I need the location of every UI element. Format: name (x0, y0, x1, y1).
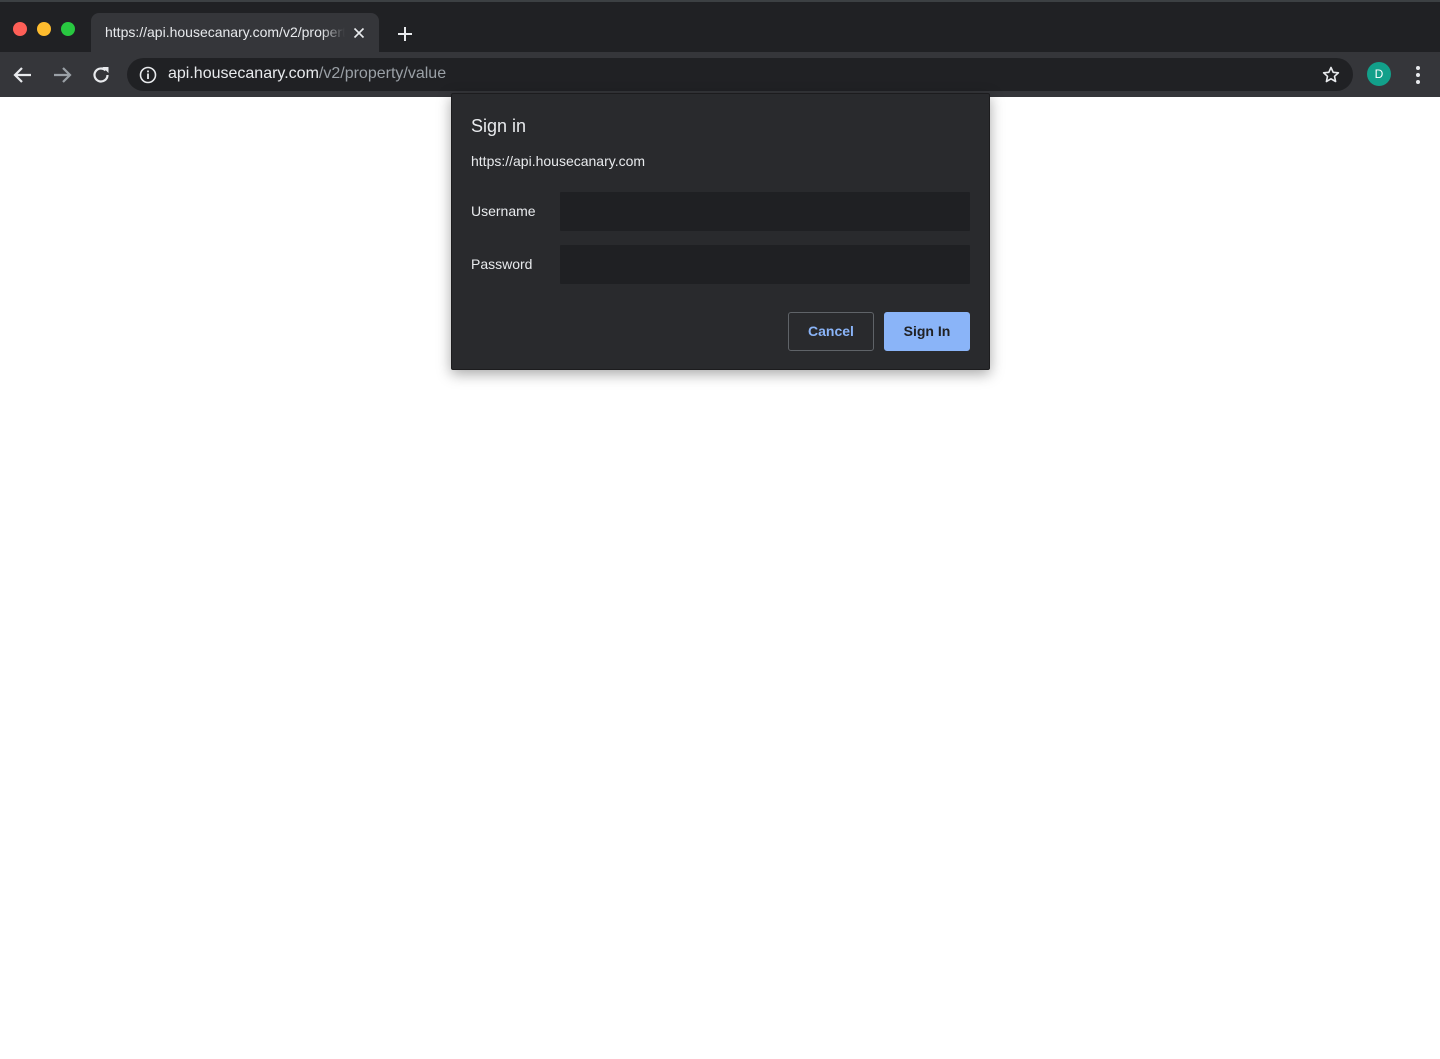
bookmark-star-icon[interactable] (1321, 65, 1341, 85)
profile-avatar[interactable]: D (1367, 62, 1391, 86)
more-menu-icon[interactable] (1409, 63, 1427, 87)
tab-strip: https://api.housecanary.com/v2/property/… (0, 0, 1440, 54)
site-info-icon[interactable] (139, 66, 157, 84)
minimize-window-button[interactable] (37, 22, 51, 36)
username-field[interactable] (560, 192, 970, 231)
maximize-window-button[interactable] (61, 22, 75, 36)
back-arrow-icon[interactable] (11, 63, 35, 87)
sign-in-dialog: Sign in https://api.housecanary.com User… (451, 93, 990, 370)
password-label: Password (471, 256, 533, 272)
url-host: api.housecanary.com (168, 65, 319, 82)
dialog-title: Sign in (471, 116, 527, 136)
url-path: /v2/property/value (318, 65, 447, 82)
tab-active[interactable]: https://api.housecanary.com/v2/property/… (91, 13, 379, 54)
browser-toolbar: api.housecanary.com/v2/property/value D (0, 52, 1440, 97)
tab-title: https://api.housecanary.com/v2/property/… (105, 24, 345, 40)
tab-close-icon[interactable] (351, 25, 367, 41)
forward-arrow-icon[interactable] (50, 63, 74, 87)
url-text[interactable]: api.housecanary.com/v2/property/value (168, 65, 446, 83)
new-tab-plus-icon[interactable] (395, 24, 415, 44)
cancel-button[interactable]: Cancel (788, 312, 874, 351)
sign-in-button[interactable]: Sign In (884, 312, 970, 351)
browser-chrome: https://api.housecanary.com/v2/property/… (0, 0, 1440, 97)
address-bar[interactable]: api.housecanary.com/v2/property/value (127, 58, 1353, 91)
reload-icon[interactable] (89, 63, 113, 87)
username-label: Username (471, 203, 536, 219)
password-field[interactable] (560, 245, 970, 284)
close-window-button[interactable] (13, 22, 27, 36)
dialog-origin: https://api.housecanary.com (471, 153, 646, 169)
